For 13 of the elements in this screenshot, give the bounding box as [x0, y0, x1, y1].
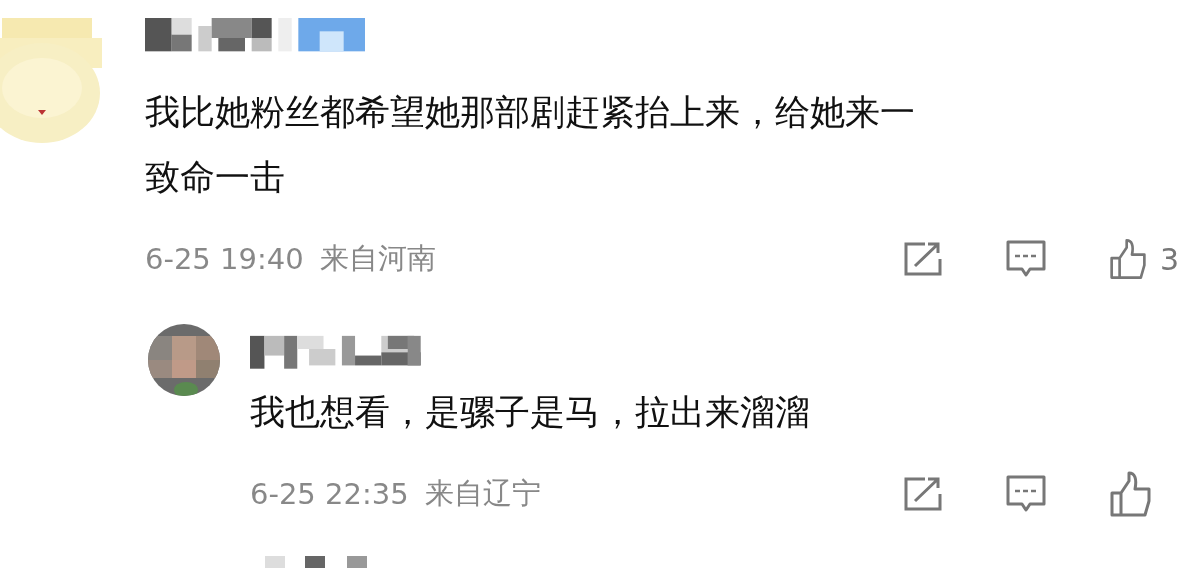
share-icon[interactable]: [903, 241, 943, 277]
comment-text: 我也想看，是骡子是马，拉出来溜溜: [250, 391, 811, 434]
comment-icon[interactable]: [1005, 474, 1047, 514]
like-count: 3: [1159, 241, 1179, 277]
comment-time: 6-25 22:35: [250, 477, 409, 511]
share-icon[interactable]: [903, 476, 943, 512]
comment-icon[interactable]: [1005, 239, 1047, 279]
thumbs-up-icon[interactable]: [1109, 236, 1148, 282]
thumbs-up-icon[interactable]: [1109, 471, 1153, 517]
comment-text: 我比她粉丝都希望她那部剧赶紧抬上来，给她来一 致命一击: [145, 91, 916, 199]
comment-time: 6-25 19:40: [145, 242, 304, 276]
comment-location: 来自河南: [319, 240, 436, 277]
comment-location: 来自辽宁: [424, 475, 541, 512]
